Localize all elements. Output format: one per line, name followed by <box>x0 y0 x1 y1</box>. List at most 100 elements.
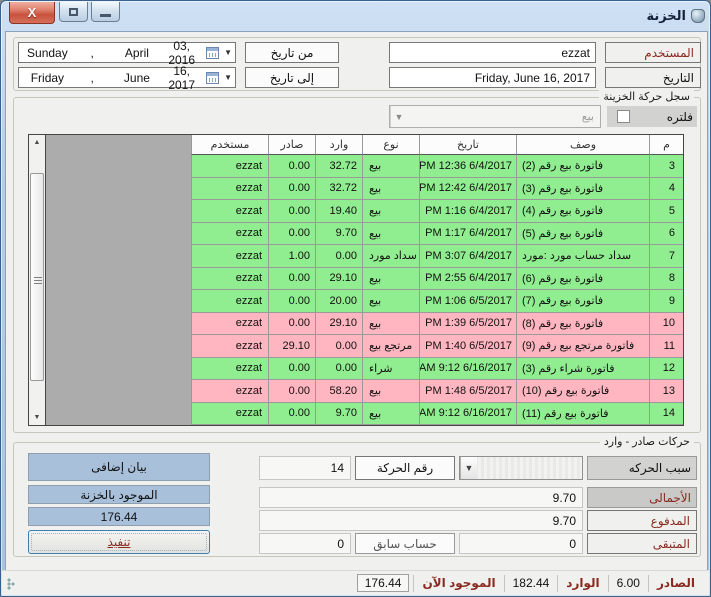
minimize-button[interactable] <box>91 2 120 22</box>
cell-in: 58.20 <box>315 380 362 403</box>
filter-checkbox[interactable] <box>617 110 630 123</box>
filter-combobox[interactable]: بيع ▼ <box>389 105 601 128</box>
from-date-button[interactable]: من تاريخ <box>245 42 339 63</box>
chevron-down-icon[interactable]: ▼ <box>224 48 232 57</box>
cell-out: 0.00 <box>268 268 315 291</box>
treasury-label: الموجود بالخزنة <box>28 485 210 504</box>
table-row[interactable]: 12فاتورة شراء رقم (3)AM 9:12 6/16/2017شر… <box>46 358 683 381</box>
scrollbar-thumb[interactable] <box>30 173 44 381</box>
cell-out: 0.00 <box>268 178 315 201</box>
scroll-down-icon[interactable]: ▼ <box>29 410 45 425</box>
cell-date: PM 1:39 6/5/2017 <box>419 313 516 336</box>
cell-user: ezzat <box>191 155 268 178</box>
execute-button[interactable]: تنفيذ <box>28 530 210 554</box>
table-row[interactable]: 13فاتورة بيع رقم (10)PM 1:48 6/5/2017بيع… <box>46 380 683 403</box>
app-icon <box>691 9 705 23</box>
table-row[interactable]: 9فاتورة بيع رقم (7)PM 1:06 6/5/2017بيع20… <box>46 290 683 313</box>
filter-combobox-value: بيع <box>407 110 600 123</box>
column-header-no[interactable]: م <box>649 135 683 155</box>
cell-in: 0.00 <box>315 358 362 381</box>
cell-no: 6 <box>649 223 683 246</box>
table-row[interactable]: 3فاتورة بيع رقم (2)PM 12:36 6/4/2017بيع3… <box>46 155 683 178</box>
table-empty-area <box>46 245 191 268</box>
from-md-year: 03, 2016 <box>159 39 204 67</box>
close-icon: X <box>28 5 37 20</box>
cell-no: 12 <box>649 358 683 381</box>
cell-out: 0.00 <box>268 403 315 426</box>
cell-no: 4 <box>649 178 683 201</box>
column-header-out[interactable]: صادر <box>268 135 315 155</box>
table-row[interactable]: 10فاتورة بيع رقم (8)PM 1:39 6/5/2017بيع2… <box>46 313 683 336</box>
cell-desc: فاتورة بيع رقم (11) <box>516 403 649 426</box>
user-input[interactable]: ezzat <box>389 42 596 63</box>
maximize-button[interactable] <box>59 2 88 22</box>
movements-group-title: حركات صادر - وارد <box>600 435 694 448</box>
cell-out: 29.10 <box>268 335 315 358</box>
extra-statement-button[interactable]: بيان إضافى <box>28 453 210 481</box>
log-table: ▲ ▼ م وصف تاريخ نوع وارد صادر مستخدم 3فا… <box>28 134 684 426</box>
date-field[interactable]: Friday, June 16, 2017 <box>389 67 596 88</box>
cell-in: 29.10 <box>315 313 362 336</box>
column-header-desc[interactable]: وصف <box>516 135 649 155</box>
cell-user: ezzat <box>191 178 268 201</box>
to-comma: , <box>70 71 115 85</box>
filter-strip: فلتره <box>607 106 697 127</box>
statusbar-in-label: الوارد <box>557 575 607 592</box>
cell-type: مرتجع بيع <box>362 335 419 358</box>
table-row[interactable]: 14فاتورة بيع رقم (11)AM 9:12 6/16/2017بي… <box>46 403 683 426</box>
chevron-down-icon[interactable]: ▼ <box>224 73 232 82</box>
filter-label: فلتره <box>630 110 693 124</box>
cell-desc: سداد حساب مورد :مورد <box>516 245 649 268</box>
calendar-icon <box>206 72 219 84</box>
table-row[interactable]: 6فاتورة بيع رقم (5)PM 1:17 6/4/2017بيع9.… <box>46 223 683 246</box>
cell-type: سداد مورد <box>362 245 419 268</box>
table-empty-area <box>46 358 191 381</box>
cell-date: PM 2:55 6/4/2017 <box>419 268 516 291</box>
cell-type: بيع <box>362 313 419 336</box>
column-header-in[interactable]: وارد <box>315 135 362 155</box>
cell-no: 13 <box>649 380 683 403</box>
scroll-up-icon[interactable]: ▲ <box>29 135 45 150</box>
table-empty-area <box>46 380 191 403</box>
to-date-button[interactable]: إلى تاريخ <box>245 67 339 88</box>
cell-date: PM 12:36 6/4/2017 <box>419 155 516 178</box>
from-date-picker[interactable]: Sunday , April 03, 2016 ▼ <box>18 42 236 63</box>
cell-type: بيع <box>362 200 419 223</box>
cell-date: PM 1:06 6/5/2017 <box>419 290 516 313</box>
calendar-icon <box>206 47 219 59</box>
cell-no: 3 <box>649 155 683 178</box>
cell-no: 9 <box>649 290 683 313</box>
cell-no: 7 <box>649 245 683 268</box>
to-md-year: 16, 2017 <box>159 64 204 92</box>
cell-desc: فاتورة بيع رقم (7) <box>516 290 649 313</box>
cell-desc: فاتورة بيع رقم (4) <box>516 200 649 223</box>
cell-out: 0.00 <box>268 313 315 336</box>
cell-date: AM 9:12 6/16/2017 <box>419 403 516 426</box>
reason-combobox[interactable]: ▼ <box>459 456 583 480</box>
cell-out: 0.00 <box>268 223 315 246</box>
close-button[interactable]: X <box>9 2 55 24</box>
to-date-picker[interactable]: Friday , June 16, 2017 ▼ <box>18 67 236 88</box>
column-header-user[interactable]: مستخدم <box>191 135 268 155</box>
total-label: الأجمالى <box>587 487 697 508</box>
cell-out: 0.00 <box>268 290 315 313</box>
previous-account-label: حساب سابق <box>355 533 455 554</box>
paid-value: 9.70 <box>259 510 583 531</box>
table-row[interactable]: 11فاتورة مرتجع بيع رقم (9)PM 1:40 6/5/20… <box>46 335 683 358</box>
cell-out: 0.00 <box>268 200 315 223</box>
cell-date: PM 1:40 6/5/2017 <box>419 335 516 358</box>
cell-in: 9.70 <box>315 223 362 246</box>
status-bar: الصادر 6.00 الوارد 182.44 الموجود الآن 1… <box>2 570 709 595</box>
cell-desc: فاتورة مرتجع بيع رقم (9) <box>516 335 649 358</box>
table-vertical-scrollbar[interactable]: ▲ ▼ <box>29 135 46 425</box>
resize-grip[interactable] <box>7 578 19 590</box>
column-header-date[interactable]: تاريخ <box>419 135 516 155</box>
table-row[interactable]: 5فاتورة بيع رقم (4)PM 1:16 6/4/2017بيع19… <box>46 200 683 223</box>
cell-no: 10 <box>649 313 683 336</box>
column-header-type[interactable]: نوع <box>362 135 419 155</box>
table-row[interactable]: 8فاتورة بيع رقم (6)PM 2:55 6/4/2017بيع29… <box>46 268 683 291</box>
chevron-down-icon: ▼ <box>460 457 477 479</box>
paid-label: المدفوع <box>587 510 697 531</box>
table-row[interactable]: 4فاتورة بيع رقم (3)PM 12:42 6/4/2017بيع3… <box>46 178 683 201</box>
table-row[interactable]: 7سداد حساب مورد :موردPM 3:07 6/4/2017سدا… <box>46 245 683 268</box>
